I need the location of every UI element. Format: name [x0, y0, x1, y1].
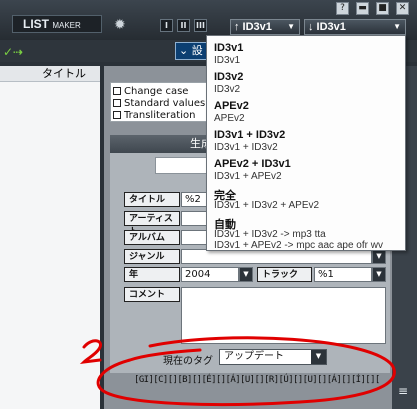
dropdown-item-sub[interactable]: APEv2 [214, 113, 245, 124]
dropdown-item-sub[interactable]: ID3v1 + ID3v2 + APEv2 [214, 200, 319, 211]
dropdown-item-sub[interactable]: ID3v2 [214, 84, 240, 95]
annotation-digit-2 [79, 339, 102, 365]
annotation-ellipse [96, 336, 396, 407]
dropdown-item-title[interactable]: ID3v1 + ID3v2 [214, 129, 285, 141]
dropdown-item-sub[interactable]: ID3v1 + ID3v2 [214, 142, 278, 153]
dropdown-item-title[interactable]: ID3v2 [214, 71, 243, 83]
dropdown-item-sub[interactable]: ID3v1 [214, 55, 240, 66]
dropdown-item-sub[interactable]: ID3v1 + APEv2 -> mpc aac ape ofr wv [214, 240, 383, 251]
dropdown-item-title[interactable]: ID3v1 [214, 42, 243, 54]
tag-type-dropdown: ID3v1 ID3v1 ID3v2 ID3v2 APEv2 APEv2 ID3v… [206, 35, 406, 251]
dropdown-item-sub[interactable]: ID3v1 + ID3v2 -> mp3 tta [214, 229, 326, 240]
dropdown-item-title[interactable]: APEv2 + ID3v1 [214, 158, 291, 170]
dropdown-item-title[interactable]: APEv2 [214, 100, 249, 112]
dropdown-item-sub[interactable]: ID3v1 + APEv2 [214, 171, 282, 182]
